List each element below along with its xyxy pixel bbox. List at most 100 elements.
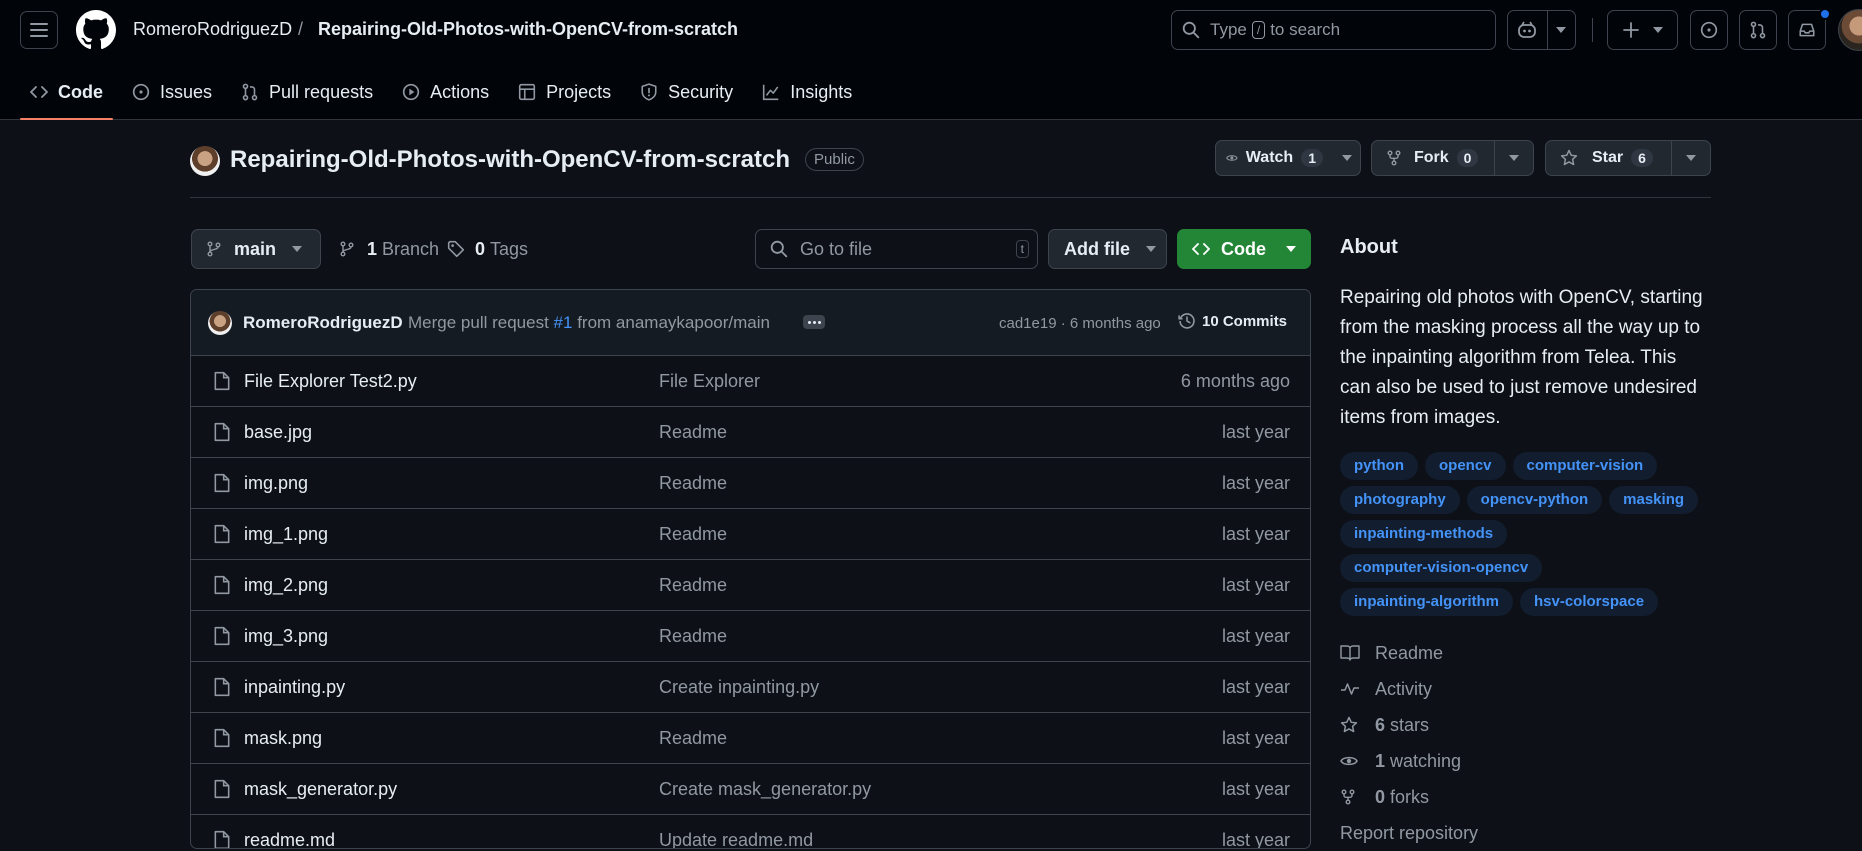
- user-avatar[interactable]: [1838, 9, 1862, 51]
- file-name[interactable]: inpainting.py: [244, 677, 345, 698]
- table-row[interactable]: base.jpg Readme last year: [191, 407, 1310, 458]
- github-logo-icon[interactable]: [76, 10, 116, 50]
- topic-tag[interactable]: opencv: [1425, 452, 1506, 480]
- issue-icon: [1700, 21, 1718, 39]
- topic-tag[interactable]: opencv-python: [1466, 486, 1603, 514]
- star-icon: [1560, 149, 1578, 166]
- copilot-button[interactable]: [1507, 10, 1576, 50]
- search-icon: [770, 240, 788, 258]
- graph-icon: [762, 83, 780, 101]
- global-search-input[interactable]: Type / to search: [1171, 10, 1496, 50]
- topic-tag[interactable]: inpainting-methods: [1340, 520, 1508, 548]
- tags-link[interactable]: 0 Tags: [447, 229, 528, 269]
- table-icon: [518, 83, 536, 101]
- table-row[interactable]: img.png Readme last year: [191, 458, 1310, 509]
- owner-avatar[interactable]: [190, 146, 220, 176]
- breadcrumb-owner[interactable]: RomeroRodriguezD: [133, 19, 292, 40]
- commit-message[interactable]: Merge pull request #1 from anamaykapoor/…: [408, 313, 770, 333]
- table-row[interactable]: img_3.png Readme last year: [191, 611, 1310, 662]
- commit-author[interactable]: RomeroRodriguezD: [243, 313, 403, 333]
- file-commit-message[interactable]: Readme: [659, 626, 727, 647]
- file-commit-date: 6 months ago: [1180, 371, 1290, 391]
- add-file-button[interactable]: Add file: [1048, 229, 1167, 269]
- topic-tag[interactable]: inpainting-algorithm: [1340, 588, 1513, 616]
- topic-tag[interactable]: hsv-colorspace: [1519, 588, 1659, 616]
- tab-issues[interactable]: Issues: [122, 64, 222, 120]
- code-button[interactable]: Code: [1177, 229, 1311, 269]
- table-row[interactable]: readme.md Update readme.md last year: [191, 815, 1310, 848]
- topic-tag[interactable]: masking: [1609, 486, 1699, 514]
- table-row[interactable]: File Explorer Test2.py File Explorer 6 mon…: [191, 356, 1310, 407]
- table-row[interactable]: img_1.png Readme last year: [191, 509, 1310, 560]
- file-name[interactable]: File Explorer Test2.py: [244, 371, 417, 392]
- file-icon: [213, 677, 231, 697]
- branch-selector[interactable]: main: [191, 229, 321, 269]
- expand-commit-button[interactable]: [803, 315, 825, 329]
- repo-title[interactable]: Repairing-Old-Photos-with-OpenCV-from-sc…: [230, 146, 790, 174]
- tab-security[interactable]: Security: [630, 64, 743, 120]
- file-name[interactable]: img_1.png: [244, 524, 328, 545]
- add-file-label: Add file: [1064, 238, 1130, 259]
- tab-projects[interactable]: Projects: [508, 64, 621, 120]
- file-name[interactable]: img.png: [244, 473, 308, 494]
- file-commit-message[interactable]: Readme: [659, 524, 727, 545]
- file-commit-message[interactable]: File Explorer: [659, 371, 760, 392]
- file-name[interactable]: base.jpg: [244, 422, 312, 443]
- tab-code[interactable]: Code: [20, 64, 113, 120]
- breadcrumb-repo[interactable]: Repairing-Old-Photos-with-OpenCV-from-sc…: [318, 19, 738, 40]
- star-button[interactable]: Star 6: [1545, 140, 1711, 176]
- commit-pr-link[interactable]: #1: [554, 313, 573, 332]
- pull-request-icon: [1750, 21, 1766, 39]
- chevron-down-icon: [1146, 246, 1156, 252]
- issues-button[interactable]: [1690, 10, 1728, 50]
- table-row[interactable]: img_2.png Readme last year: [191, 560, 1310, 611]
- table-row[interactable]: mask_generator.py Create mask_generator.p…: [191, 764, 1310, 815]
- topic-tag[interactable]: computer-vision-opencv: [1340, 554, 1543, 582]
- file-commit-message[interactable]: Readme: [659, 728, 727, 749]
- forks-link[interactable]: 0 forks: [1340, 779, 1712, 815]
- file-commit-message[interactable]: Create inpainting.py: [659, 677, 819, 698]
- plus-icon: [1622, 22, 1639, 38]
- hamburger-icon: [30, 23, 48, 37]
- create-new-button[interactable]: [1607, 10, 1678, 50]
- commits-history-link[interactable]: 10 Commits: [1178, 312, 1287, 330]
- file-name[interactable]: readme.md: [244, 830, 335, 848]
- menu-button[interactable]: [20, 11, 58, 49]
- tab-insights[interactable]: Insights: [752, 64, 862, 120]
- report-repository-link[interactable]: Report repository: [1340, 815, 1712, 851]
- file-commit-message[interactable]: Create mask_generator.py: [659, 779, 871, 800]
- fork-count: 0: [1456, 149, 1479, 167]
- file-commit-message[interactable]: Readme: [659, 575, 727, 596]
- watch-button[interactable]: Watch 1: [1215, 140, 1361, 176]
- topic-tag[interactable]: python: [1340, 452, 1418, 480]
- chevron-down-icon: [1652, 27, 1663, 33]
- file-commit-message[interactable]: Update readme.md: [659, 830, 813, 848]
- watching-link[interactable]: 1 watching: [1340, 743, 1712, 779]
- file-commit-message[interactable]: Readme: [659, 473, 727, 494]
- go-to-file-input[interactable]: Go to file t: [755, 229, 1038, 269]
- about-sidebar: About Repairing old photos with OpenCV, …: [1340, 236, 1712, 851]
- branches-link[interactable]: 1 Branch: [339, 229, 439, 269]
- file-name[interactable]: mask.png: [244, 728, 322, 749]
- eye-icon: [1226, 155, 1238, 161]
- file-icon: [213, 728, 231, 748]
- table-row[interactable]: inpainting.py Create inpainting.py last ye…: [191, 662, 1310, 713]
- file-commit-date: last year: [1221, 728, 1290, 748]
- topic-tag[interactable]: computer-vision: [1512, 452, 1658, 480]
- watch-count: 1: [1301, 149, 1323, 167]
- table-row[interactable]: mask.png Readme last year: [191, 713, 1310, 764]
- tab-actions[interactable]: Actions: [392, 64, 499, 120]
- fork-button[interactable]: Fork 0: [1371, 140, 1534, 176]
- tab-pull-requests[interactable]: Pull requests: [231, 64, 383, 120]
- file-name[interactable]: img_3.png: [244, 626, 328, 647]
- topic-tag[interactable]: photography: [1340, 486, 1460, 514]
- activity-link[interactable]: Activity: [1340, 671, 1712, 707]
- stars-link[interactable]: 6 stars: [1340, 707, 1712, 743]
- commit-meta[interactable]: cad1e19 · 6 months ago: [999, 315, 1161, 332]
- file-name[interactable]: mask_generator.py: [244, 779, 397, 800]
- file-name[interactable]: img_2.png: [244, 575, 328, 596]
- readme-link[interactable]: Readme: [1340, 635, 1712, 671]
- file-commit-message[interactable]: Readme: [659, 422, 727, 443]
- commit-author-avatar[interactable]: [208, 311, 232, 335]
- pull-requests-button[interactable]: [1739, 10, 1777, 50]
